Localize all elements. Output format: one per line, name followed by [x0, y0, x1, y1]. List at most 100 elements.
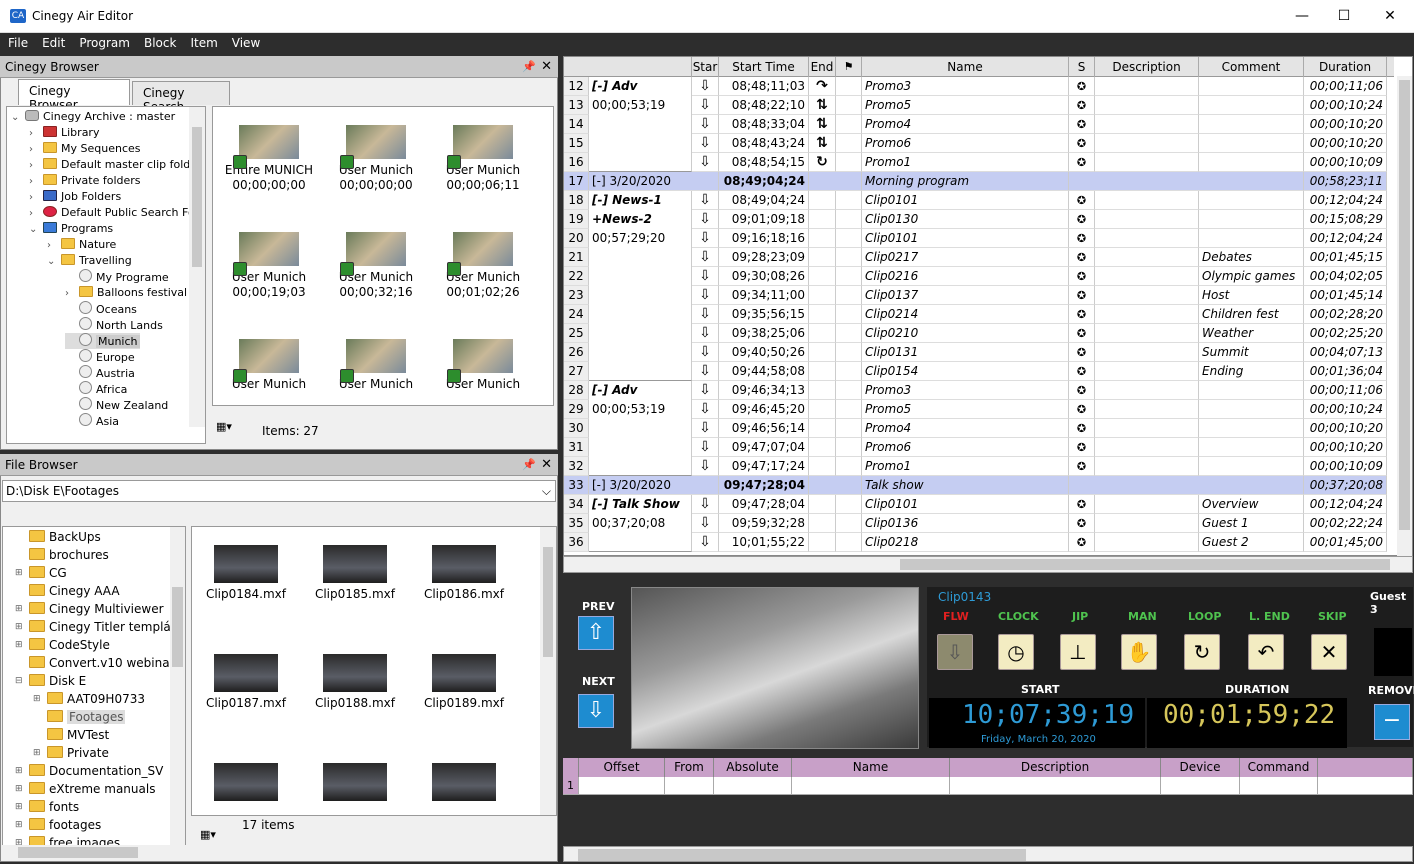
- tree-item[interactable]: Europe: [65, 349, 135, 365]
- tree-item[interactable]: › Private folders: [29, 173, 141, 189]
- tree-item[interactable]: ⌄ Cinegy Archive : master: [11, 109, 175, 125]
- file-thumbnail[interactable]: Clip0189.mxf: [414, 654, 514, 711]
- expander-icon[interactable]: ⊞: [15, 600, 23, 618]
- event-column-header[interactable]: Absolute: [714, 758, 792, 777]
- menu-block[interactable]: Block: [136, 33, 182, 50]
- end-mode-icon[interactable]: [809, 362, 836, 381]
- end-mode-icon[interactable]: ⇅: [809, 115, 836, 134]
- column-header[interactable]: End: [809, 57, 836, 77]
- file-thumbnail[interactable]: Clip0184.mxf: [196, 545, 296, 602]
- start-mode-icon[interactable]: ⇩: [692, 457, 719, 476]
- end-mode-icon[interactable]: [809, 419, 836, 438]
- file-thumbnail[interactable]: Clip0186.mxf: [414, 545, 514, 602]
- end-mode-icon[interactable]: [809, 191, 836, 210]
- tree-scrollbar[interactable]: [189, 107, 205, 427]
- start-mode-icon[interactable]: ⇩: [692, 229, 719, 248]
- loop-button[interactable]: ↻: [1184, 634, 1220, 670]
- file-tree-item[interactable]: ⊟ Disk E: [15, 672, 86, 690]
- next-button[interactable]: ⇩: [578, 694, 614, 728]
- event-column-header[interactable]: Device: [1161, 758, 1240, 777]
- panel-close-icon[interactable]: ✕: [541, 56, 552, 78]
- clip-thumbnail[interactable]: User Munich 00;00;00;00: [326, 125, 426, 193]
- file-tree-item[interactable]: Convert.v10 webina: [29, 654, 170, 672]
- expander-icon[interactable]: ⊞: [15, 564, 23, 582]
- file-tree-item[interactable]: ⊞ eXtreme manuals: [15, 780, 155, 798]
- end-mode-icon[interactable]: [809, 438, 836, 457]
- column-header[interactable]: Duration: [1304, 57, 1387, 77]
- column-header[interactable]: Start Time: [719, 57, 809, 77]
- clock-button[interactable]: ◷: [998, 634, 1034, 670]
- expander-icon[interactable]: ›: [29, 206, 43, 222]
- file-tree-item[interactable]: ⊞ Cinegy Multiviewer: [15, 600, 164, 618]
- end-mode-icon[interactable]: [809, 495, 836, 514]
- start-mode-icon[interactable]: ⇩: [692, 343, 719, 362]
- start-mode-icon[interactable]: ⇩: [692, 324, 719, 343]
- expander-icon[interactable]: ›: [29, 126, 43, 142]
- column-header[interactable]: S: [1069, 57, 1095, 77]
- event-cell[interactable]: [579, 777, 665, 795]
- expander-icon[interactable]: ›: [29, 174, 43, 190]
- start-mode-icon[interactable]: ⇩: [692, 362, 719, 381]
- close-button[interactable]: ✕: [1370, 5, 1410, 27]
- file-thumbnail[interactable]: Clip0185.mxf: [305, 545, 405, 602]
- column-header[interactable]: Name: [862, 57, 1069, 77]
- tree-item[interactable]: New Zealand: [65, 397, 168, 413]
- start-mode-icon[interactable]: ⇩: [692, 134, 719, 153]
- skip-button[interactable]: ✕: [1311, 634, 1347, 670]
- flag-column-icon[interactable]: ⚑: [836, 57, 862, 77]
- minimize-button[interactable]: —: [1282, 5, 1322, 27]
- file-tree-item[interactable]: brochures: [29, 546, 109, 564]
- event-hscroll[interactable]: [563, 846, 1413, 862]
- view-mode-icon[interactable]: ▦▾: [200, 828, 216, 841]
- file-tree-item[interactable]: ⊞ footages: [15, 816, 101, 834]
- start-mode-icon[interactable]: ⇩: [692, 267, 719, 286]
- start-mode-icon[interactable]: ⇩: [692, 191, 719, 210]
- start-mode-icon[interactable]: ⇩: [692, 438, 719, 457]
- file-thumbs-scrollbar[interactable]: [540, 527, 556, 815]
- end-mode-icon[interactable]: [809, 324, 836, 343]
- panel-close-icon[interactable]: ✕: [541, 454, 552, 476]
- block-label[interactable]: [-] 3/20/2020: [589, 172, 719, 191]
- prev-button[interactable]: ⇧: [578, 616, 614, 650]
- expander-icon[interactable]: ›: [29, 142, 43, 158]
- end-mode-icon[interactable]: [809, 248, 836, 267]
- event-column-header[interactable]: From: [665, 758, 714, 777]
- expander-icon[interactable]: ›: [29, 158, 43, 174]
- file-tree-item[interactable]: BackUps: [29, 528, 101, 546]
- expander-icon[interactable]: ⊞: [15, 618, 23, 636]
- event-cell[interactable]: [1318, 777, 1413, 795]
- event-cell[interactable]: [1161, 777, 1240, 795]
- file-thumbnail[interactable]: [414, 763, 514, 805]
- clip-thumbnail[interactable]: User Munich 00;00;32;16: [326, 232, 426, 300]
- expander-icon[interactable]: ⊞: [15, 798, 23, 816]
- event-cell[interactable]: [714, 777, 792, 795]
- menu-edit[interactable]: Edit: [34, 33, 71, 50]
- event-column-header[interactable]: Command: [1240, 758, 1318, 777]
- start-mode-icon[interactable]: ⇩: [692, 305, 719, 324]
- tree-item[interactable]: › Balloons festival: [65, 285, 187, 301]
- file-thumbnail[interactable]: Clip0187.mxf: [196, 654, 296, 711]
- expander-icon[interactable]: ⌄: [29, 222, 43, 238]
- column-header[interactable]: Description: [1095, 57, 1199, 77]
- expander-icon[interactable]: ⌄: [11, 110, 25, 126]
- expander-icon[interactable]: ⌄: [47, 254, 61, 270]
- view-mode-icon[interactable]: ▦▾: [216, 420, 232, 433]
- tree-item[interactable]: › My Sequences: [29, 141, 141, 157]
- start-mode-icon[interactable]: ⇩: [692, 77, 719, 96]
- start-mode-icon[interactable]: ⇩: [692, 400, 719, 419]
- loop-end-button[interactable]: ↶: [1248, 634, 1284, 670]
- start-mode-icon[interactable]: ⇩: [692, 210, 719, 229]
- pin-icon[interactable]: 📌: [522, 56, 536, 78]
- clip-thumbnail[interactable]: User Munich 00;00;06;11: [433, 125, 533, 193]
- block-group-cell[interactable]: [-] Adv 00;00;53;19: [589, 77, 692, 172]
- end-mode-icon[interactable]: [809, 533, 836, 552]
- end-mode-icon[interactable]: [809, 229, 836, 248]
- expander-icon[interactable]: ⊞: [15, 762, 23, 780]
- tree-item[interactable]: › Nature: [47, 237, 116, 253]
- end-mode-icon[interactable]: [809, 210, 836, 229]
- tree-item[interactable]: Asia: [65, 413, 119, 429]
- menu-file[interactable]: File: [0, 33, 34, 50]
- grid-vscroll[interactable]: [1397, 76, 1412, 557]
- file-tree-hscroll[interactable]: [2, 845, 186, 860]
- end-mode-icon[interactable]: [809, 343, 836, 362]
